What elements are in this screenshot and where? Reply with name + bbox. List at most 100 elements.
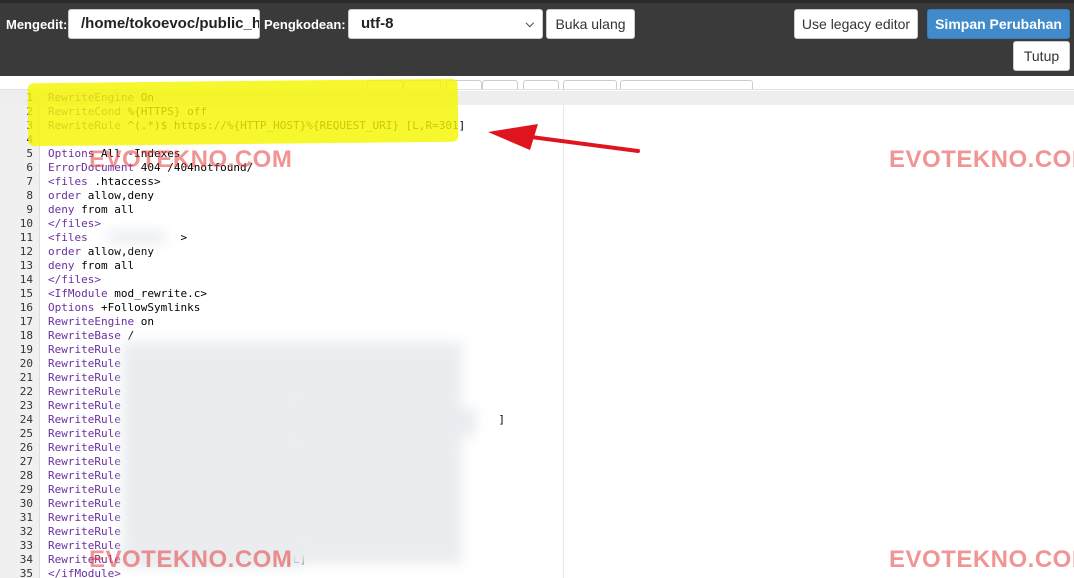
watermark-text: EVOTEKNO.COM (889, 546, 1074, 573)
line-number: 26 (19, 441, 33, 454)
code-argument: allow,deny (81, 245, 154, 258)
code-text: RewriteRule (48, 427, 121, 441)
watermark-text: EVOTEKNO.COM (89, 146, 293, 173)
line-number: 21 (19, 371, 33, 384)
code-text: <IfModule mod_rewrite.c> (48, 287, 207, 301)
line-number: 34 (19, 553, 33, 566)
code-text: RewriteRule (48, 483, 121, 497)
code-keyword: order (48, 245, 82, 258)
line-number: 5 (26, 147, 33, 160)
line-number: 19 (19, 343, 33, 356)
code-keyword: RewriteRule (48, 483, 121, 496)
code-keyword: RewriteRule (48, 343, 121, 356)
encoding-value: utf-8 (361, 15, 394, 32)
code-text: RewriteRule (48, 357, 121, 371)
code-keyword: Options (48, 147, 95, 160)
code-line: 9 deny from all (0, 203, 1074, 217)
line-number: 35 (19, 567, 33, 578)
line-number: 6 (26, 161, 33, 174)
line-number: 16 (19, 301, 33, 314)
code-text: </files> (48, 217, 101, 231)
code-text: order allow,deny (48, 189, 154, 203)
code-keyword: RewriteRule (48, 427, 121, 440)
line-number: 23 (19, 399, 33, 412)
code-line: 10 </files> (0, 217, 1074, 231)
redacted-region (122, 342, 462, 564)
redacted-region (300, 408, 476, 436)
code-text: RewriteRule (48, 469, 121, 483)
line-number: 30 (19, 497, 33, 510)
line-number: 22 (19, 385, 33, 398)
line-number: 9 (26, 203, 33, 216)
line-number: 31 (19, 511, 33, 524)
reload-button[interactable]: Buka ulang (546, 9, 635, 39)
code-keyword: <IfModule (48, 287, 108, 300)
code-line: 14 </files> (0, 273, 1074, 287)
line-number: 18 (19, 329, 33, 342)
code-argument: .htaccess> (87, 175, 161, 188)
code-text: RewriteRule (48, 511, 121, 525)
code-line: 18 RewriteBase / (0, 329, 1074, 343)
line-number: 24 (19, 413, 33, 426)
code-line: 12 order allow,deny (0, 245, 1074, 259)
code-text: <files .htaccess> (48, 175, 161, 189)
code-keyword: RewriteEngine (48, 315, 135, 328)
code-keyword: RewriteRule (48, 357, 121, 370)
highlight-marker (27, 78, 459, 147)
encoding-label: Pengkodean: (264, 17, 346, 32)
code-text: RewriteRule (48, 371, 121, 385)
red-arrow-icon (488, 124, 640, 153)
code-keyword: RewriteRule (48, 385, 121, 398)
code-keyword: RewriteRule (48, 413, 121, 426)
code-argument: from all (74, 259, 135, 272)
code-keyword: Options (48, 301, 95, 314)
line-number: 11 (19, 231, 33, 244)
encoding-select[interactable]: utf-8 ⌵ (348, 9, 543, 39)
code-line: 16 Options +FollowSymlinks (0, 301, 1074, 315)
editor-toolbar: Mengedit: /home/tokoevoc/public_h Pengko… (0, 0, 1074, 76)
line-number: 14 (19, 273, 33, 286)
redacted-region (108, 231, 166, 243)
code-text: RewriteRule (48, 455, 121, 469)
code-text: RewriteEngine on (48, 315, 154, 329)
code-line: 13 deny from all (0, 259, 1074, 273)
code-text: deny from all (48, 203, 134, 217)
code-argument: +FollowSymlinks (94, 301, 201, 314)
code-keyword: deny (48, 203, 75, 216)
code-text: RewriteRule (48, 497, 121, 511)
close-button[interactable]: Tutup (1013, 41, 1070, 71)
editing-label: Mengedit: (6, 17, 68, 32)
line-number: 13 (19, 259, 33, 272)
line-number: 25 (19, 427, 33, 440)
code-text: RewriteRule (48, 441, 121, 455)
code-keyword: RewriteRule (48, 371, 121, 384)
use-legacy-editor-button[interactable]: Use legacy editor (794, 9, 918, 39)
code-text: RewriteRule (48, 525, 121, 539)
code-text: order allow,deny (48, 245, 154, 259)
code-keyword: </files> (48, 217, 101, 230)
code-argument: on (134, 315, 154, 328)
line-number: 12 (19, 245, 33, 258)
code-line: 8 order allow,deny (0, 189, 1074, 203)
line-number: 20 (19, 357, 33, 370)
code-line: 17 RewriteEngine on (0, 315, 1074, 329)
code-text: RewriteRule (48, 343, 121, 357)
code-text: RewriteBase / (48, 329, 134, 343)
code-text: </files> (48, 273, 101, 287)
code-keyword: RewriteRule (48, 511, 121, 524)
code-line: 15 <IfModule mod_rewrite.c> (0, 287, 1074, 301)
code-argument: mod_rewrite.c> (107, 287, 207, 300)
code-argument: from all (74, 203, 135, 216)
code-keyword: <files (48, 231, 88, 244)
code-keyword: RewriteRule (48, 497, 121, 510)
line-number: 32 (19, 525, 33, 538)
save-changes-button[interactable]: Simpan Perubahan (927, 9, 1070, 39)
file-path-field[interactable]: /home/tokoevoc/public_h (68, 9, 260, 39)
code-keyword: RewriteRule (48, 469, 121, 482)
code-argument: / (120, 329, 135, 342)
code-keyword: RewriteBase (48, 329, 121, 342)
line-number: 15 (19, 287, 33, 300)
chevron-down-icon: ⌵ (525, 18, 534, 30)
code-keyword: RewriteRule (48, 525, 121, 538)
line-number: 29 (19, 483, 33, 496)
